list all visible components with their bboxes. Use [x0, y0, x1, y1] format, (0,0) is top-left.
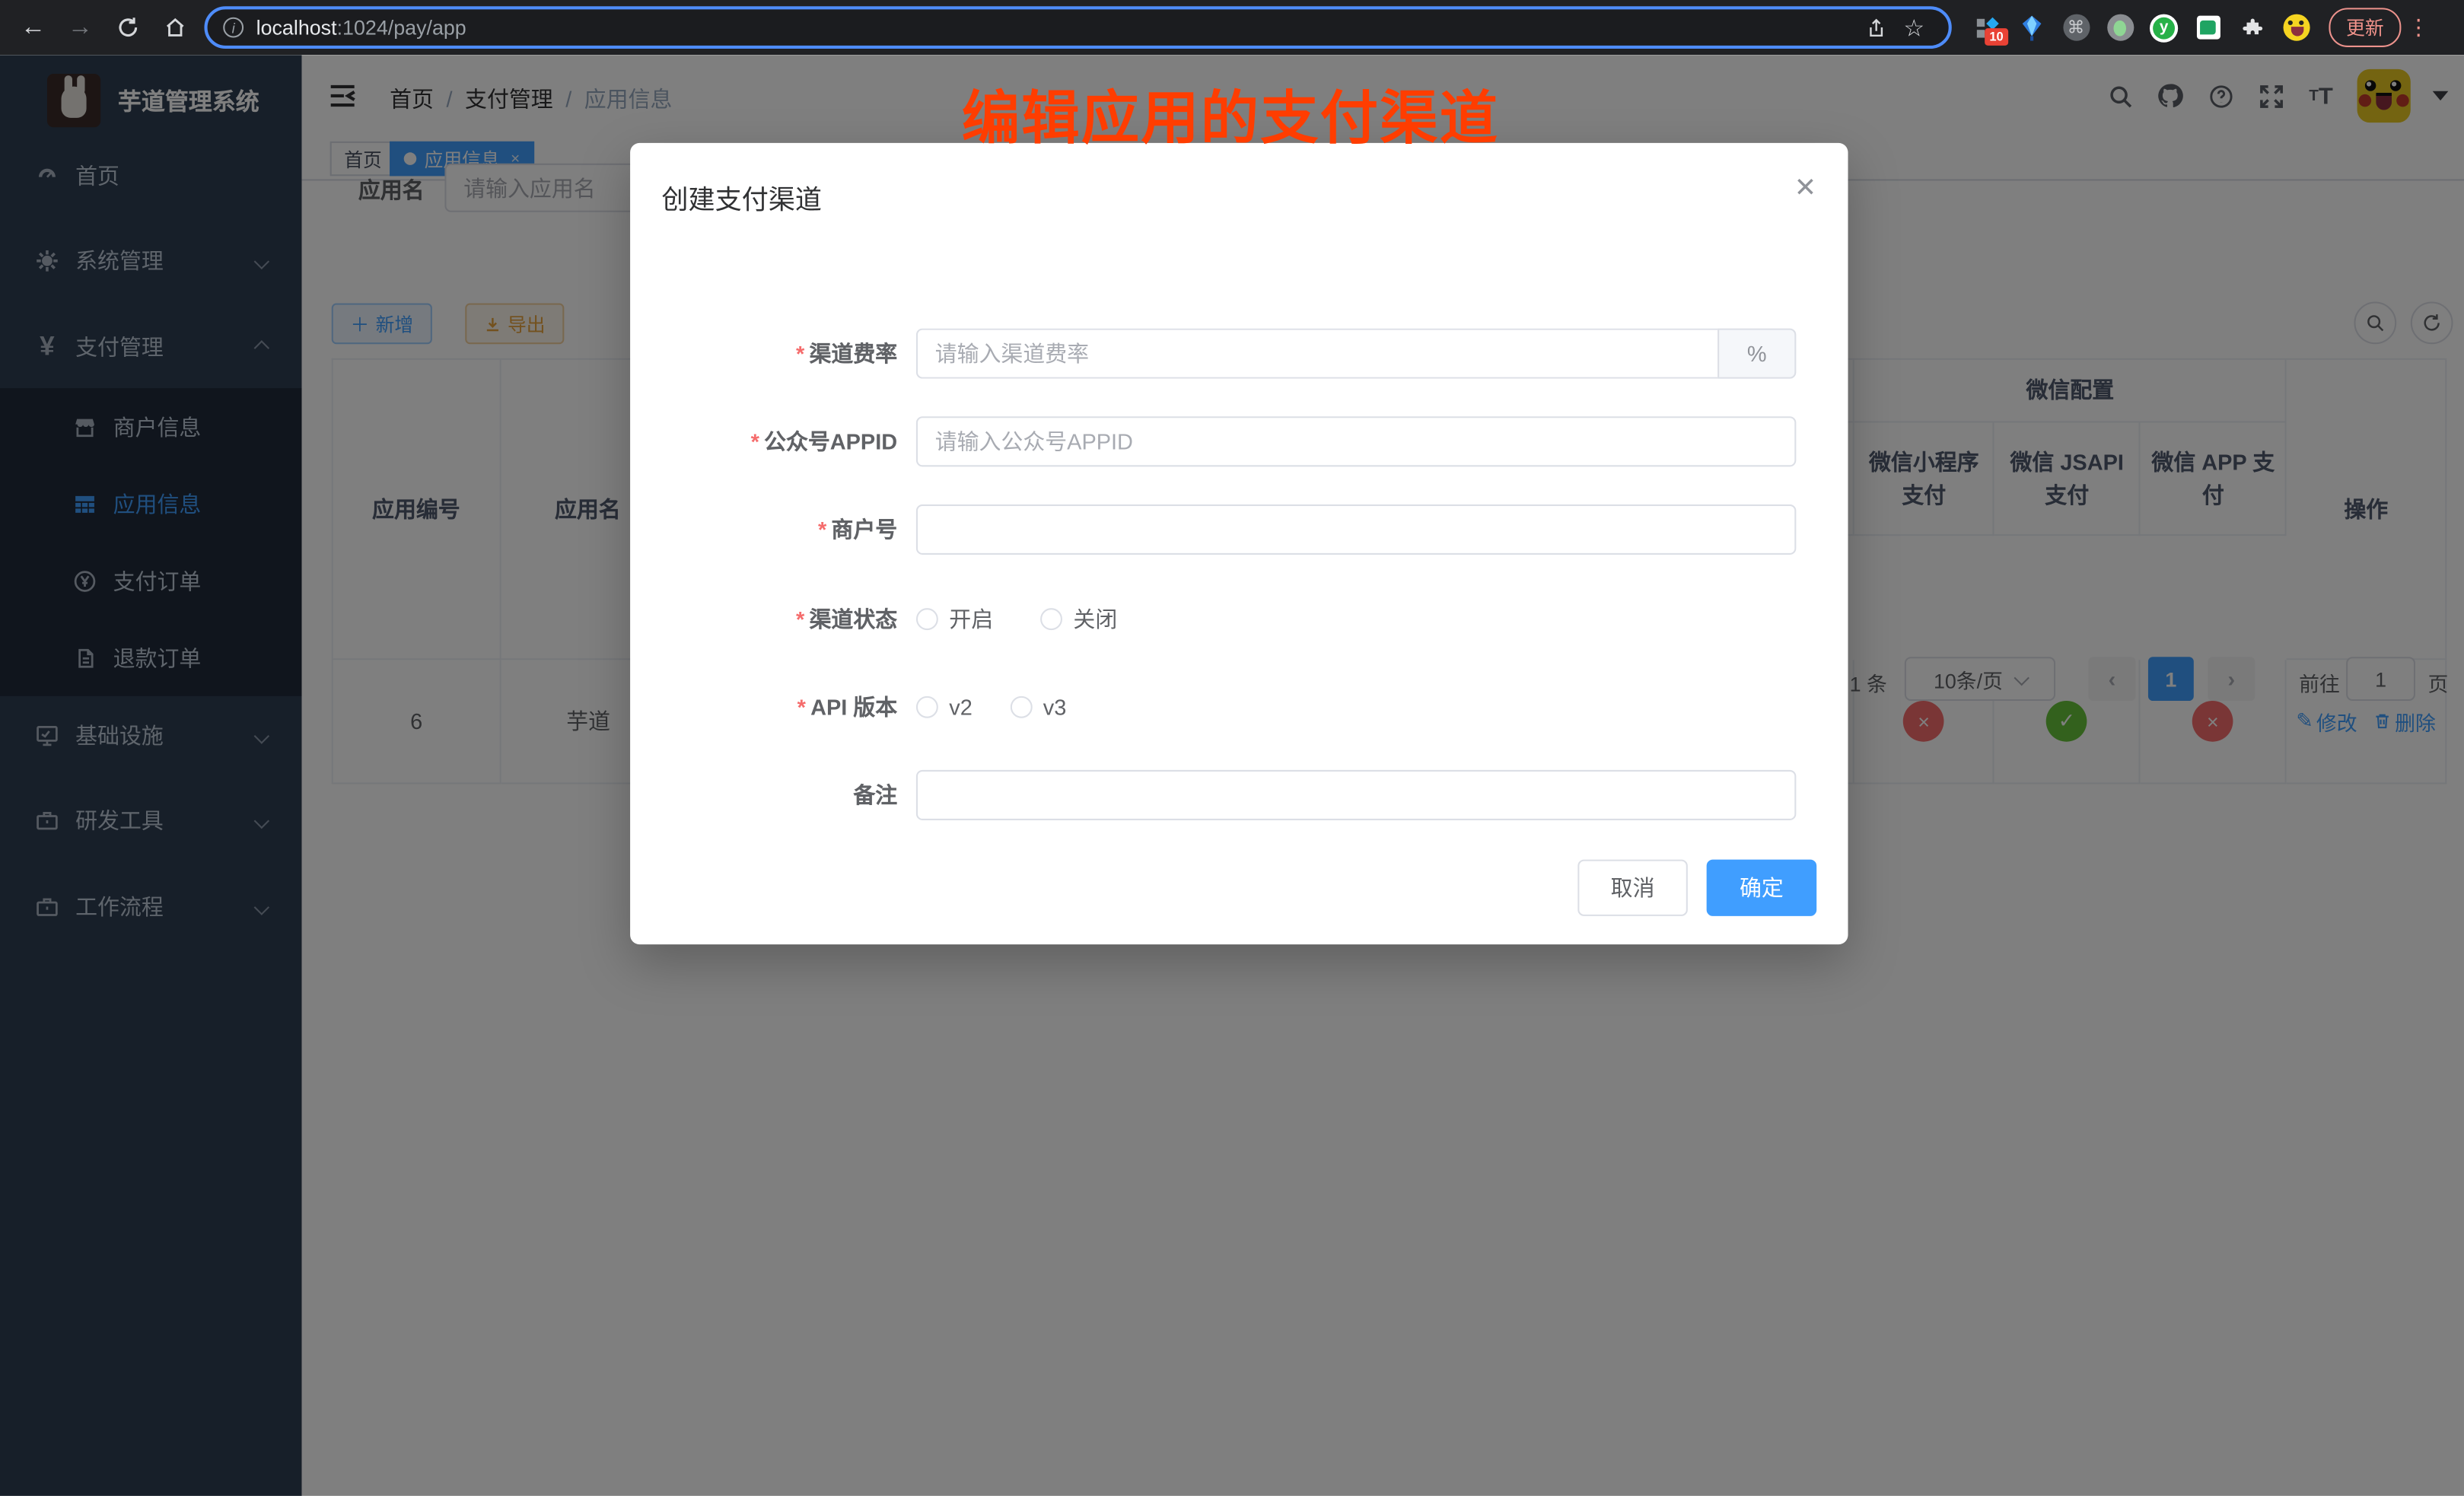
extension-record-icon[interactable]	[2106, 14, 2134, 42]
browser-home-icon[interactable]	[151, 5, 198, 49]
api-radio-v3[interactable]: v3	[1010, 695, 1066, 720]
extension-y-icon[interactable]: y	[2150, 14, 2178, 42]
browser-menu-icon[interactable]: ⋮	[2408, 14, 2430, 41]
browser-reload-icon[interactable]	[103, 5, 151, 49]
remark-input[interactable]	[916, 770, 1796, 820]
cancel-button[interactable]: 取消	[1577, 860, 1688, 916]
merchant-label: 商户号	[831, 517, 897, 542]
bookmark-star-icon[interactable]: ☆	[1895, 5, 1933, 49]
form-row-merchant: *商户号	[630, 505, 1848, 555]
url-host: localhost	[256, 16, 337, 40]
extension-diamond-icon[interactable]: 10	[1974, 14, 2002, 42]
appid-input[interactable]: 请输入公众号APPID	[916, 416, 1796, 466]
extension-puzzle-icon[interactable]	[2238, 14, 2266, 42]
radio-icon	[916, 608, 938, 630]
url-bar[interactable]: i localhost:1024/pay/app ☆	[204, 6, 1951, 49]
annotation-text: 编辑应用的支付渠道	[962, 71, 1499, 156]
form-row-remark: 备注	[630, 770, 1848, 820]
screen: ← → i localhost:1024/pay/app ☆ 10	[0, 0, 2464, 1496]
close-icon[interactable]: ✕	[1794, 174, 1816, 201]
status-radio-open[interactable]: 开启	[916, 603, 993, 635]
api-version-label: API 版本	[810, 695, 897, 720]
create-pay-channel-dialog: 创建支付渠道 ✕ *渠道费率 请输入渠道费率 % *公众号APPID 请输入公众…	[630, 143, 1848, 944]
form-row-status: *渠道状态 开启 关闭	[630, 594, 1848, 645]
browser-chrome: ← → i localhost:1024/pay/app ☆ 10	[0, 0, 2464, 55]
browser-back-icon[interactable]: ←	[9, 5, 56, 49]
browser-update-button[interactable]: 更新	[2329, 8, 2401, 47]
status-radio-close[interactable]: 关闭	[1040, 603, 1117, 635]
dialog-title: 创建支付渠道	[661, 177, 822, 217]
url-path: :1024/pay/app	[337, 16, 466, 40]
radio-icon	[1010, 696, 1032, 718]
app-page: 芋道管理系统 首页 系统管理 ¥ 支付管理	[0, 55, 2464, 1496]
rate-suffix: %	[1717, 329, 1796, 379]
confirm-button[interactable]: 确定	[1707, 860, 1817, 916]
site-info-icon[interactable]: i	[223, 18, 244, 38]
rate-label: 渠道费率	[810, 341, 898, 366]
status-label: 渠道状态	[810, 606, 898, 632]
radio-icon	[1040, 608, 1062, 630]
extension-balloon-icon[interactable]	[2018, 14, 2046, 42]
extension-command-icon[interactable]: ⌘	[2061, 14, 2090, 42]
form-row-rate: *渠道费率 请输入渠道费率 %	[630, 329, 1848, 379]
api-radio-v2[interactable]: v2	[916, 695, 973, 720]
form-row-api: *API 版本 v2 v3	[630, 682, 1848, 732]
rate-input[interactable]: 请输入渠道费率	[916, 329, 1717, 379]
browser-forward-icon[interactable]: →	[56, 5, 103, 49]
extension-emoji-icon[interactable]	[2281, 14, 2310, 42]
form-row-appid: *公众号APPID 请输入公众号APPID	[630, 416, 1848, 466]
share-icon[interactable]	[1858, 5, 1896, 49]
browser-extensions: 10 ⌘ y	[1974, 14, 2310, 42]
merchant-input[interactable]	[916, 505, 1796, 555]
remark-label: 备注	[853, 782, 897, 807]
extension-badge: 10	[1985, 27, 2008, 45]
extension-chat-icon[interactable]	[2194, 14, 2222, 42]
radio-icon	[916, 696, 938, 718]
appid-label: 公众号APPID	[764, 429, 897, 454]
